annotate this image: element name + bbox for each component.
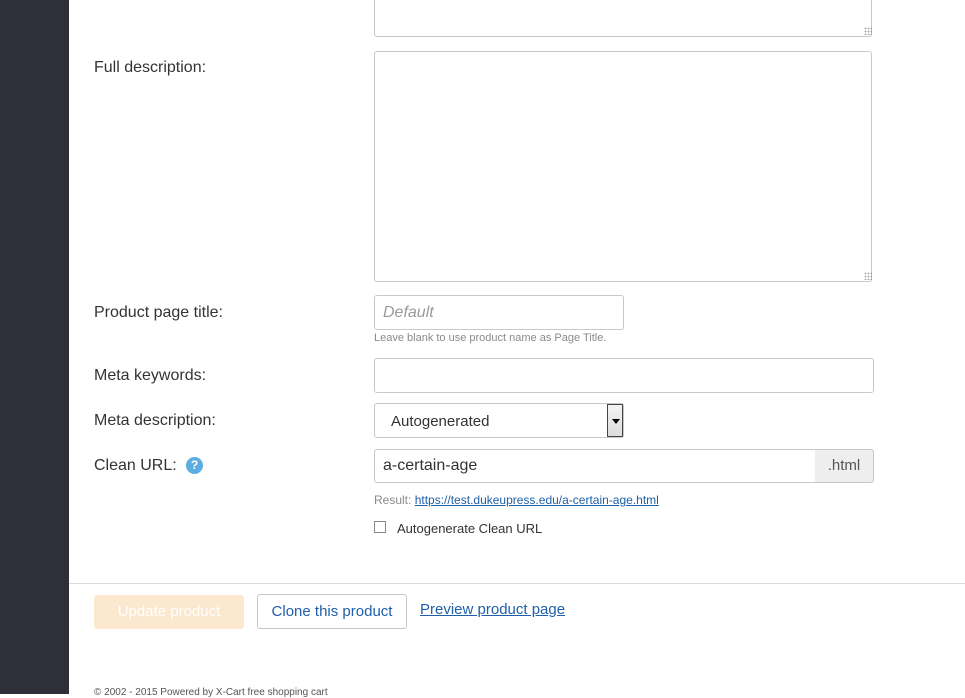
meta-keywords-input[interactable] (374, 358, 874, 393)
page-title-hint: Leave blank to use product name as Page … (374, 332, 607, 344)
full-description-textarea[interactable] (374, 51, 872, 282)
clean-url-label: Clean URL: (94, 457, 177, 474)
clone-product-button[interactable]: Clone this product (257, 594, 407, 629)
footer-copyright: © 2002 - 2015 Powered by X-Cart free sho… (94, 687, 328, 698)
dropdown-arrow-icon[interactable] (607, 404, 623, 437)
full-description-wrap (374, 51, 874, 282)
full-description-label: Full description: (94, 59, 207, 76)
clean-url-result-label: Result: (374, 493, 412, 507)
clean-url-suffix: .html (815, 449, 874, 483)
clean-url-result: Result: https://test.dukeupress.edu/a-ce… (374, 493, 659, 507)
page-title-label: Product page title: (94, 304, 223, 321)
page-title-input[interactable] (374, 295, 624, 330)
brief-description-textarea[interactable] (374, 0, 872, 37)
preview-product-link[interactable]: Preview product page (420, 601, 565, 618)
clean-url-input[interactable] (374, 449, 816, 483)
clean-url-result-link[interactable]: https://test.dukeupress.edu/a-certain-ag… (415, 493, 659, 507)
resize-grip-icon[interactable] (864, 272, 872, 280)
autogenerate-clean-url-checkbox[interactable] (374, 521, 386, 533)
help-icon[interactable]: ? (186, 457, 203, 474)
meta-description-label: Meta description: (94, 412, 216, 429)
meta-keywords-label: Meta keywords: (94, 367, 207, 384)
meta-description-selected: Autogenerated (391, 413, 490, 430)
brief-description-wrap (374, 0, 874, 37)
meta-description-select[interactable]: Autogenerated (374, 403, 624, 438)
product-form: Full description: Product page title: Le… (69, 0, 965, 698)
update-product-button[interactable]: Update product (94, 595, 244, 629)
left-sidebar (0, 0, 69, 694)
resize-grip-icon[interactable] (864, 27, 872, 35)
autogenerate-clean-url-label[interactable]: Autogenerate Clean URL (397, 521, 542, 536)
form-divider (69, 583, 965, 584)
